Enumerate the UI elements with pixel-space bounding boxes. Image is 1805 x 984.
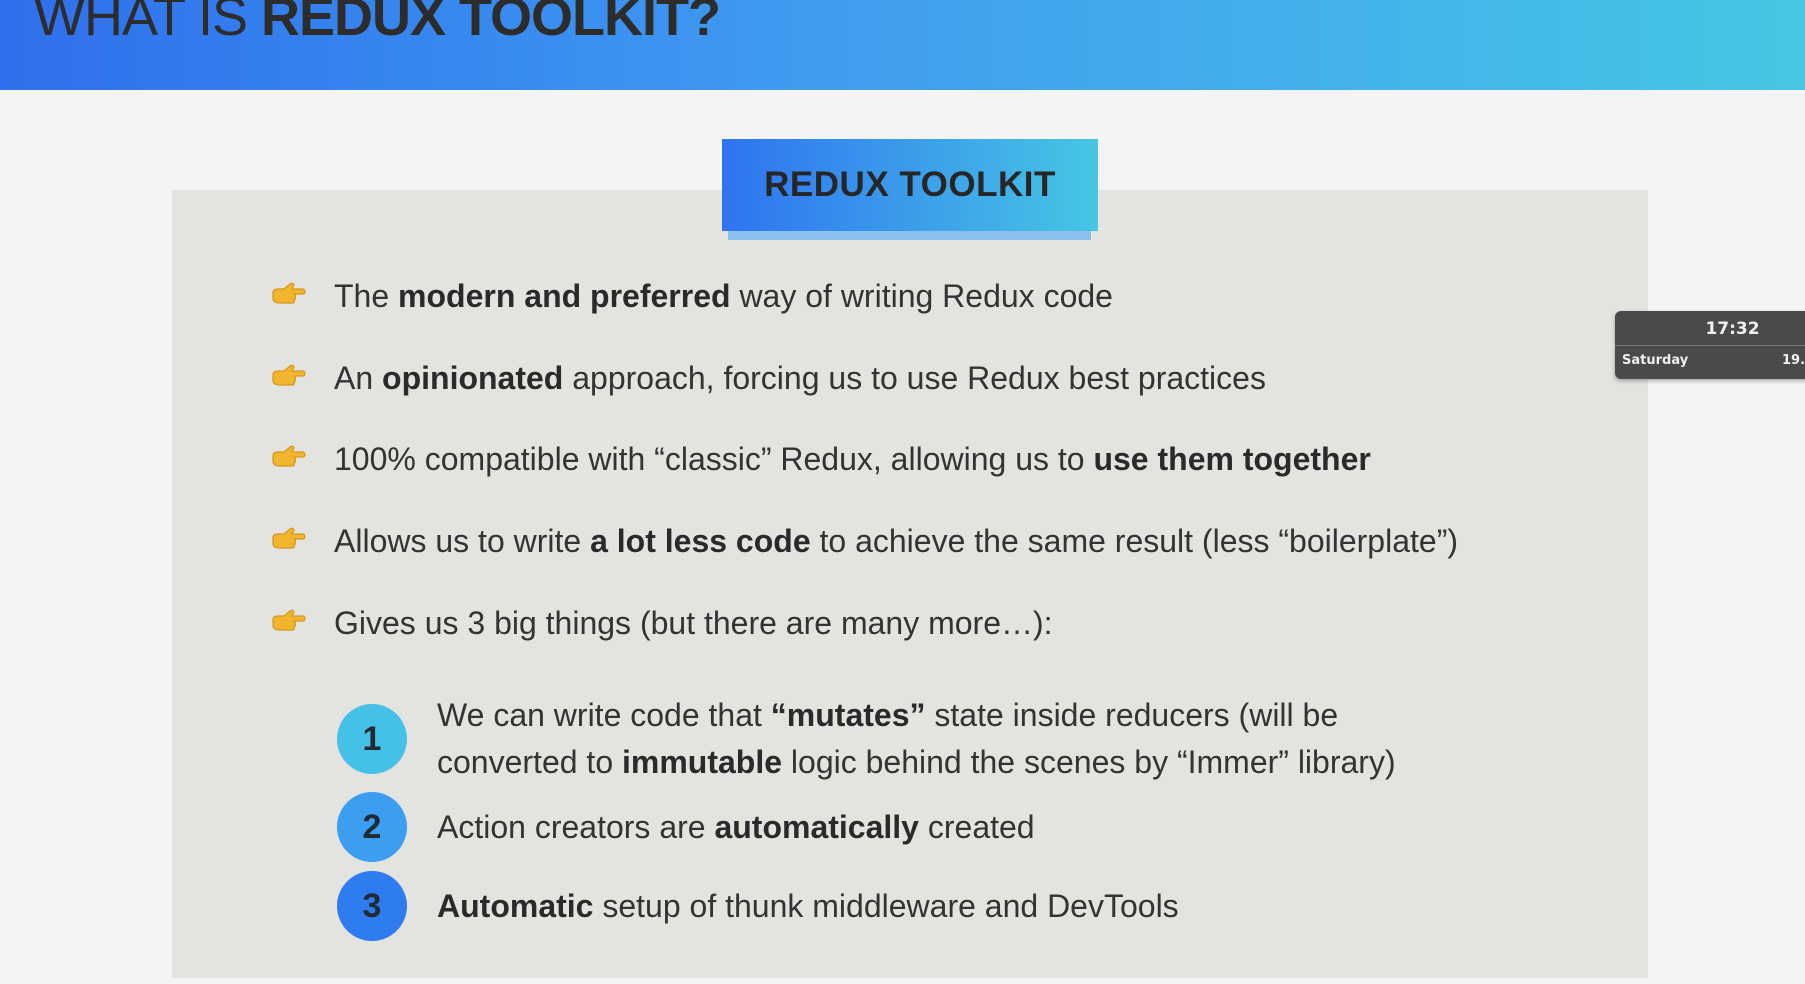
bullet-text: Gives us 3 big things (but there are man… bbox=[334, 604, 1053, 641]
bullet-item: Allows us to write a lot less code to ac… bbox=[270, 519, 1458, 563]
number-circle: 2 bbox=[337, 792, 407, 862]
numbered-item-1: 1 We can write code that “mutates” state… bbox=[337, 692, 1396, 786]
clock-time: 17:32 bbox=[1705, 319, 1760, 339]
number-circle: 1 bbox=[337, 704, 407, 774]
bullet-text: 100% compatible with “classic” Redux, al… bbox=[334, 440, 1371, 477]
slide-header: WHAT IS REDUX TOOLKIT? bbox=[0, 0, 1805, 90]
bullet-item: Gives us 3 big things (but there are man… bbox=[270, 601, 1053, 645]
slide-title: WHAT IS REDUX TOOLKIT? bbox=[34, 0, 721, 47]
pointing-hand-icon bbox=[270, 281, 306, 311]
pointing-hand-icon bbox=[270, 444, 306, 474]
pointing-hand-icon bbox=[270, 526, 306, 556]
bullet-text: The modern and preferred way of writing … bbox=[334, 277, 1113, 314]
numbered-text: Action creators are automatically create… bbox=[437, 808, 1035, 845]
bullet-text: Allows us to write a lot less code to ac… bbox=[334, 522, 1458, 559]
numbered-text: Automatic setup of thunk middleware and … bbox=[437, 887, 1179, 924]
pointing-hand-icon bbox=[270, 608, 306, 638]
bullet-item: The modern and preferred way of writing … bbox=[270, 274, 1113, 318]
bullet-item: 100% compatible with “classic” Redux, al… bbox=[270, 437, 1371, 481]
number-circle: 3 bbox=[337, 871, 407, 941]
clock-widget[interactable]: 17:32 Saturday 19.0 bbox=[1615, 311, 1805, 379]
numbered-item-3: 3 Automatic setup of thunk middleware an… bbox=[337, 871, 1179, 941]
numbered-text: We can write code that “mutates” state i… bbox=[437, 697, 1396, 780]
bullet-text: An opinionated approach, forcing us to u… bbox=[334, 359, 1266, 396]
pointing-hand-icon bbox=[270, 363, 306, 393]
clock-date: 19.0 bbox=[1782, 353, 1805, 368]
numbered-item-2: 2 Action creators are automatically crea… bbox=[337, 792, 1035, 862]
bullet-item: An opinionated approach, forcing us to u… bbox=[270, 356, 1266, 400]
redux-toolkit-badge: REDUX TOOLKIT bbox=[722, 139, 1098, 231]
clock-day: Saturday bbox=[1622, 353, 1689, 368]
clock-divider bbox=[1615, 345, 1805, 346]
